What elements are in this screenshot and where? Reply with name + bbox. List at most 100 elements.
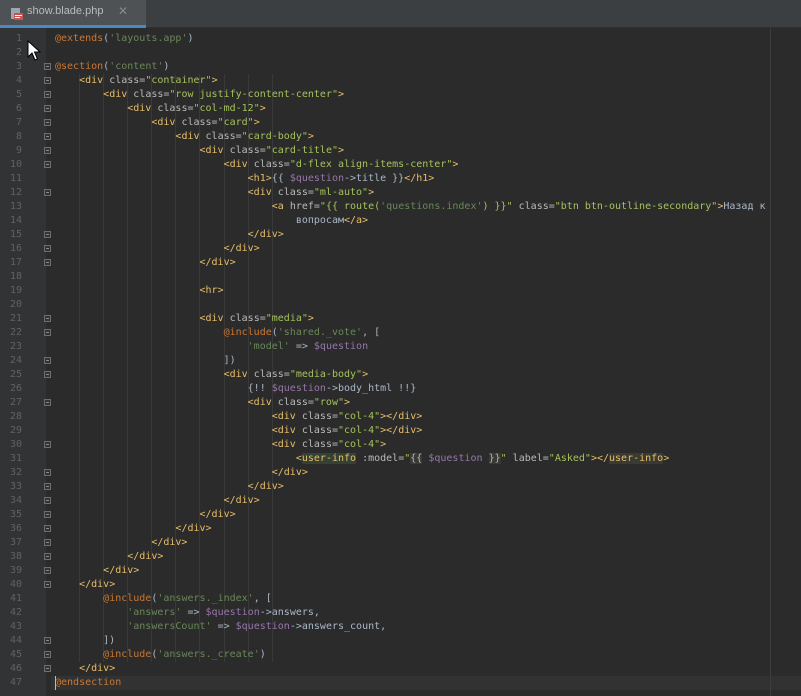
fold-marker-icon[interactable]: [44, 581, 51, 588]
fold-marker-icon[interactable]: [44, 329, 51, 336]
code-token: вопросам: [55, 215, 344, 226]
code-token: </h1>: [404, 173, 435, 184]
fold-marker-icon[interactable]: [44, 371, 51, 378]
fold-marker-icon[interactable]: [44, 399, 51, 406]
code-line: <div class="card">: [55, 116, 260, 130]
fold-marker-icon[interactable]: [44, 133, 51, 140]
fold-marker-icon[interactable]: [44, 483, 51, 490]
fold-marker-icon[interactable]: [44, 651, 51, 658]
fold-marker-icon[interactable]: [44, 567, 51, 574]
fold-marker-icon[interactable]: [44, 231, 51, 238]
code-token: </div>: [127, 551, 164, 562]
code-line: </div>: [55, 494, 260, 508]
fold-marker-icon[interactable]: [44, 665, 51, 672]
code-token: ): [259, 649, 266, 660]
text-caret: [55, 676, 56, 690]
fold-marker-icon[interactable]: [44, 245, 51, 252]
fold-marker-icon[interactable]: [44, 91, 51, 98]
line-number: 5: [15, 89, 22, 100]
line-number: 33: [9, 481, 22, 492]
code-token: >: [253, 117, 260, 128]
code-line: <div class="media-body">: [55, 368, 369, 382]
code-token: </div>: [151, 537, 188, 548]
line-number: 17: [9, 257, 22, 268]
code-token: 'content': [109, 61, 164, 72]
line-number: 41: [9, 593, 22, 604]
code-token: 'answersCount': [127, 621, 212, 632]
fold-marker-icon[interactable]: [44, 77, 51, 84]
fold-marker-icon[interactable]: [44, 189, 51, 196]
code-token: </div>: [247, 481, 284, 492]
line-number: 37: [9, 537, 22, 548]
line-number: 1: [15, 33, 22, 44]
code-token: </div>: [199, 257, 236, 268]
fold-marker-icon[interactable]: [44, 511, 51, 518]
code-token: <div: [247, 397, 278, 408]
line-number: 40: [9, 579, 22, 590]
code-line: </div>: [55, 536, 187, 550]
fold-marker-icon[interactable]: [44, 105, 51, 112]
line-number: 25: [9, 369, 22, 380]
code-line: <h1>{{ $question->title }}</h1>: [55, 172, 435, 186]
code-line: <div class="col-4"></div>: [55, 410, 423, 424]
fold-marker-icon[interactable]: [44, 539, 51, 546]
code-token: 'layouts.app': [109, 33, 188, 44]
fold-marker-icon[interactable]: [44, 119, 51, 126]
code-line: @extends('layouts.app'): [55, 32, 194, 46]
code-token: <div: [175, 131, 206, 142]
fold-marker-icon[interactable]: [44, 497, 51, 504]
fold-marker-icon[interactable]: [44, 441, 51, 448]
tab-show-blade-php[interactable]: show.blade.php ✕: [0, 0, 146, 28]
code-token: href=: [289, 201, 320, 212]
fold-marker-icon[interactable]: [44, 63, 51, 70]
fold-marker-icon[interactable]: [44, 469, 51, 476]
code-token: {!!: [55, 383, 272, 394]
line-number: 18: [9, 271, 22, 282]
fold-marker-icon[interactable]: [44, 553, 51, 560]
code-editor[interactable]: 1 2 3 4 5 6 7 8 9 10 11 12 13 14 15 16 17 18 19 20 21 22 23 24 2…: [0, 28, 801, 696]
line-number: 42: [9, 607, 22, 618]
code-line: <div class="col-4">: [55, 438, 386, 452]
fold-marker-icon[interactable]: [44, 525, 51, 532]
line-number: 13: [9, 201, 22, 212]
code-token: $question: [313, 341, 369, 352]
fold-marker-icon[interactable]: [44, 161, 51, 168]
fold-marker-icon[interactable]: [44, 259, 51, 266]
code-line: <user-info :model="{{ $question }}" labe…: [55, 452, 669, 466]
fold-marker-icon[interactable]: [44, 637, 51, 644]
line-number: 44: [9, 635, 22, 646]
code-line: <div class="row justify-content-center">: [55, 88, 344, 102]
code-token: 'model': [247, 341, 290, 352]
code-token: , [: [253, 593, 272, 604]
code-token: class=: [109, 75, 146, 86]
code-area[interactable]: @extends('layouts.app') @section('content…: [51, 28, 801, 696]
code-line: <div class="container">: [55, 74, 218, 88]
tab-title: show.blade.php: [27, 5, 104, 17]
line-number: 26: [9, 383, 22, 394]
code-token: >: [337, 145, 345, 156]
code-token: ): [163, 61, 170, 72]
fold-marker-icon[interactable]: [44, 147, 51, 154]
code-token: <div: [223, 159, 254, 170]
close-icon[interactable]: ✕: [116, 4, 130, 18]
fold-marker-icon[interactable]: [44, 315, 51, 322]
mouse-pointer-icon: [27, 40, 41, 61]
code-line: </div>: [55, 508, 236, 522]
code-token: "col-4": [337, 439, 381, 450]
code-token: <hr>: [199, 285, 224, 296]
code-line: @include('answers._create'): [55, 648, 266, 662]
fold-marker-icon[interactable]: [44, 357, 51, 364]
code-line: <a href="{{ route('questions.index') }}"…: [55, 200, 766, 214]
